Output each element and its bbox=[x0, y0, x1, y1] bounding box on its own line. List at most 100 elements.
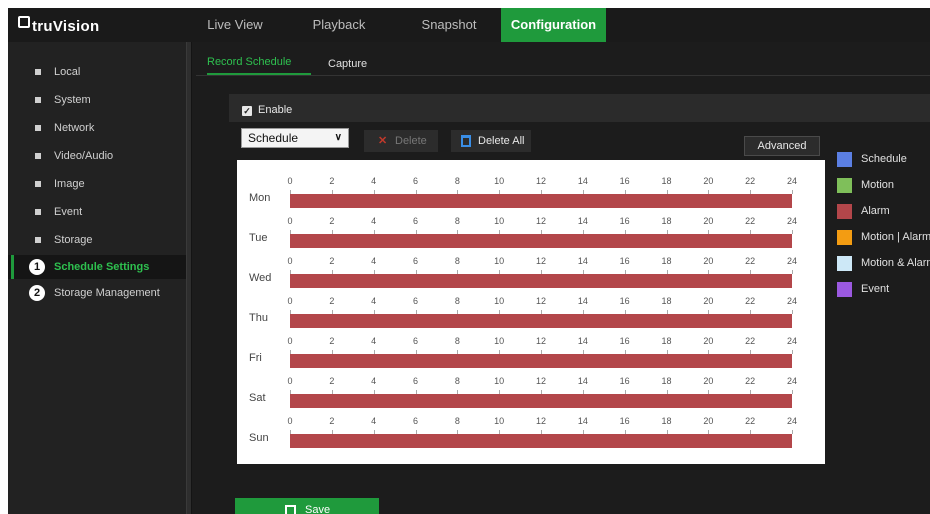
hour-tick-label: 8 bbox=[454, 336, 460, 346]
logo-icon bbox=[18, 16, 30, 28]
sidebar-item-system[interactable]: System bbox=[8, 88, 186, 112]
legend-label: Motion & Alarm bbox=[861, 257, 930, 269]
hour-tick-label: 8 bbox=[454, 216, 460, 226]
sidebar-item-storage[interactable]: Storage bbox=[8, 228, 186, 252]
sidebar-item-label: Storage Management bbox=[54, 287, 160, 299]
hour-tick-label: 24 bbox=[786, 176, 797, 186]
hour-tick-label: 2 bbox=[329, 336, 335, 346]
legend-label: Event bbox=[861, 283, 890, 295]
day-row: Mon 0 2 4 6 8 10 12 14 16 18 20 22 24 bbox=[237, 170, 825, 210]
legend-swatch bbox=[837, 230, 852, 245]
hour-tick-label: 22 bbox=[745, 336, 756, 346]
hour-tick-label: 12 bbox=[535, 416, 546, 426]
schedule-segment[interactable] bbox=[290, 234, 792, 248]
truvision-logo: truVision bbox=[18, 16, 99, 36]
hour-tick-label: 20 bbox=[703, 336, 714, 346]
schedule-segment[interactable] bbox=[290, 434, 792, 448]
advanced-button[interactable]: Advanced bbox=[744, 136, 820, 156]
schedule-segment[interactable] bbox=[290, 394, 792, 408]
tab-configuration[interactable]: Configuration bbox=[501, 8, 606, 42]
legend-label: Alarm bbox=[861, 205, 890, 217]
hour-tick-label: 18 bbox=[661, 256, 672, 266]
tab-live-view[interactable]: Live View bbox=[200, 8, 270, 42]
sidebar-item-label: Event bbox=[54, 206, 83, 218]
schedule-segment[interactable] bbox=[290, 314, 792, 328]
sidebar-item-image[interactable]: Image bbox=[8, 172, 186, 196]
record-type-value: Schedule bbox=[248, 131, 299, 145]
hour-tick-label: 16 bbox=[619, 296, 630, 306]
bullet-icon bbox=[35, 181, 41, 187]
hour-tick-label: 14 bbox=[577, 416, 588, 426]
tab-playback[interactable]: Playback bbox=[304, 8, 374, 42]
sidebar-item-video-audio[interactable]: Video/Audio bbox=[8, 144, 186, 168]
hour-tick-label: 12 bbox=[535, 296, 546, 306]
record-type-select[interactable]: Schedule ∨ bbox=[241, 128, 349, 148]
app-window: truVision Live View Playback Snapshot Co… bbox=[8, 8, 930, 514]
sidebar-item-network[interactable]: Network bbox=[8, 116, 186, 140]
sidebar-divider[interactable] bbox=[186, 42, 192, 514]
hour-tick-mark bbox=[792, 430, 793, 434]
schedule-segment[interactable] bbox=[290, 194, 792, 208]
hour-tick-label: 0 bbox=[287, 176, 293, 186]
hour-tick-label: 24 bbox=[786, 296, 797, 306]
legend-label: Schedule bbox=[861, 153, 907, 165]
hour-tick-label: 14 bbox=[577, 296, 588, 306]
subtab-record-schedule[interactable]: Record Schedule bbox=[207, 56, 291, 68]
tab-snapshot[interactable]: Snapshot bbox=[414, 8, 484, 42]
save-label: Save bbox=[305, 504, 331, 514]
legend-label: Motion | Alarm bbox=[861, 231, 930, 243]
hour-tick-label: 2 bbox=[329, 256, 335, 266]
sidebar-item-storage-management[interactable]: 2 Storage Management bbox=[8, 281, 186, 305]
hour-tick-label: 2 bbox=[329, 176, 335, 186]
hour-tick-label: 0 bbox=[287, 256, 293, 266]
save-button[interactable]: Save bbox=[235, 498, 379, 514]
schedule-grid: Mon 0 2 4 6 8 10 12 14 16 18 20 22 24 Tue 0 2 4 6 8 10 12 14 16… bbox=[237, 160, 825, 464]
hour-tick-label: 24 bbox=[786, 216, 797, 226]
hour-tick-label: 16 bbox=[619, 376, 630, 386]
enable-label: Enable bbox=[258, 104, 293, 116]
subtab-capture[interactable]: Capture bbox=[328, 58, 367, 70]
hour-tick-label: 24 bbox=[786, 376, 797, 386]
hour-tick-label: 16 bbox=[619, 216, 630, 226]
subtab-divider bbox=[196, 75, 930, 76]
hour-tick-label: 10 bbox=[494, 216, 505, 226]
hour-tick-label: 2 bbox=[329, 376, 335, 386]
save-icon bbox=[285, 505, 296, 514]
sidebar-item-schedule-settings[interactable]: 1 Schedule Settings bbox=[8, 255, 186, 279]
delete-button[interactable]: ✕ Delete bbox=[364, 130, 438, 152]
hour-tick-label: 6 bbox=[412, 176, 418, 186]
day-label: Sun bbox=[249, 432, 269, 444]
hour-tick-label: 18 bbox=[661, 296, 672, 306]
hour-tick-label: 4 bbox=[371, 416, 377, 426]
hour-tick-label: 4 bbox=[371, 216, 377, 226]
hour-tick-label: 2 bbox=[329, 416, 335, 426]
hour-tick-label: 16 bbox=[619, 416, 630, 426]
day-label: Wed bbox=[249, 272, 272, 284]
hour-tick-label: 24 bbox=[786, 256, 797, 266]
bullet-icon bbox=[35, 153, 41, 159]
delete-all-button[interactable]: Delete All bbox=[451, 130, 531, 152]
sidebar-item-label: Local bbox=[54, 66, 81, 78]
sidebar-item-label: Network bbox=[54, 122, 95, 134]
enable-checkbox[interactable]: ✓ bbox=[242, 106, 252, 116]
schedule-segment[interactable] bbox=[290, 354, 792, 368]
hour-tick-mark bbox=[792, 270, 793, 274]
day-row: Fri 0 2 4 6 8 10 12 14 16 18 20 22 24 bbox=[237, 330, 825, 370]
logo-text: truVision bbox=[32, 17, 100, 35]
legend-swatch bbox=[837, 178, 852, 193]
day-label: Fri bbox=[249, 352, 262, 364]
sidebar-item-event[interactable]: Event bbox=[8, 200, 186, 224]
hour-tick-mark bbox=[792, 390, 793, 394]
active-indicator bbox=[11, 255, 14, 279]
hour-tick-label: 6 bbox=[412, 376, 418, 386]
bullet-icon bbox=[35, 97, 41, 103]
hour-tick-label: 10 bbox=[494, 336, 505, 346]
hour-tick-label: 10 bbox=[494, 376, 505, 386]
legend-swatch bbox=[837, 152, 852, 167]
schedule-segment[interactable] bbox=[290, 274, 792, 288]
top-nav-bar: truVision Live View Playback Snapshot Co… bbox=[8, 8, 930, 42]
bullet-icon bbox=[35, 125, 41, 131]
hour-tick-label: 18 bbox=[661, 176, 672, 186]
hour-tick-label: 4 bbox=[371, 176, 377, 186]
sidebar-item-local[interactable]: Local bbox=[8, 60, 186, 84]
